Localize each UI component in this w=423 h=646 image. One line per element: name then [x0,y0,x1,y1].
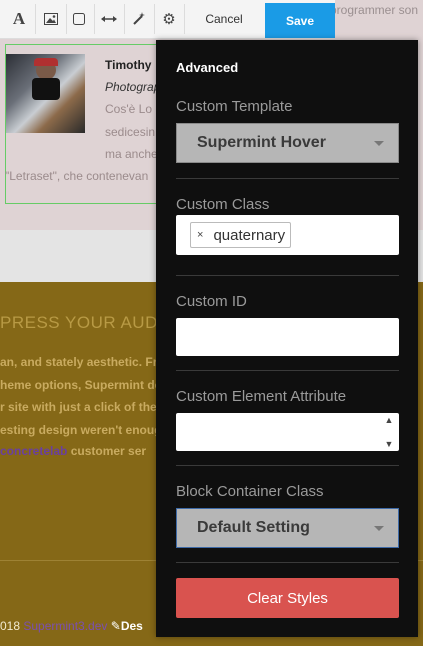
chevron-down-icon [374,526,384,531]
magic-wand-icon: ✎ [110,619,121,633]
section-divider [176,178,399,179]
concretelab-link[interactable]: concretelab [0,444,67,458]
profile-text-line: Cos'è Lo [105,102,152,116]
width-icon[interactable] [94,4,124,34]
custom-template-label: Custom Template [176,98,293,115]
cancel-button[interactable]: Cancel [184,4,264,34]
section-text-line: an, and stately aesthetic. Fr [0,355,158,369]
profile-text-line: ma anche [105,147,158,161]
section-divider [176,370,399,371]
custom-id-label: Custom ID [176,293,247,310]
section-text-line: r site with just a click of the [0,400,157,414]
custom-template-select[interactable]: Supermint Hover [176,123,399,163]
block-container-select[interactable]: Default Setting [176,508,399,548]
custom-attribute-textarea[interactable]: ▲ ▼ [176,413,399,451]
magic-wand-icon[interactable] [124,4,154,34]
section-divider [176,562,399,563]
section-text-line: esting design weren't enoug [0,423,162,437]
section-text-rest: customer ser [67,444,147,458]
save-button[interactable]: Save [265,3,335,38]
profile-text-line: sedicesin [105,125,156,139]
class-tag: × quaternary [190,222,292,248]
custom-class-field[interactable]: × quaternary [176,215,399,255]
gear-icon[interactable]: ⚙ [154,4,184,34]
profile-photo [6,54,85,133]
faint-text: programmer son [330,3,419,17]
block-container-label: Block Container Class [176,483,324,500]
photo-camera [32,78,60,100]
image-icon[interactable] [36,4,66,34]
remove-tag-icon[interactable]: × [197,229,203,241]
custom-class-label: Custom Class [176,196,270,213]
footer-designer: Des [120,619,143,633]
clear-styles-button[interactable]: Clear Styles [176,578,399,618]
panel-title: Advanced [176,60,239,75]
textarea-scroll-arrows[interactable]: ▲ ▼ [383,415,395,449]
footer-year: 018 [0,619,24,633]
scroll-down-icon[interactable]: ▼ [385,439,394,449]
font-icon[interactable]: A [4,4,34,34]
section-heading: PRESS YOUR AUDIE [0,313,175,332]
custom-template-value: Supermint Hover [197,134,326,151]
section-text-line: heme options, Supermint de [0,378,162,392]
profile-role: Photograp [105,80,161,94]
section-divider [176,275,399,276]
profile-name: Timothy [105,58,152,72]
footer: 018 Supermint3.dev ✎Des [0,619,143,633]
scroll-up-icon[interactable]: ▲ [385,415,394,425]
block-container-value: Default Setting [197,519,310,536]
custom-attribute-label: Custom Element Attribute [176,388,347,405]
custom-id-input[interactable] [176,318,399,356]
footer-link[interactable]: Supermint3.dev [23,619,107,633]
profile-text-line: "Letraset", che contenevan [5,169,149,183]
editor-toolbar: A ⚙ Cancel Save [0,0,335,39]
border-icon[interactable] [64,4,94,34]
photo-cap [34,58,58,66]
section-text-line: concretelab customer ser [0,444,146,458]
class-tag-label: quaternary [213,226,286,244]
advanced-panel: Advanced Custom Template Supermint Hover… [156,40,418,637]
section-divider [176,465,399,466]
chevron-down-icon [374,141,384,146]
